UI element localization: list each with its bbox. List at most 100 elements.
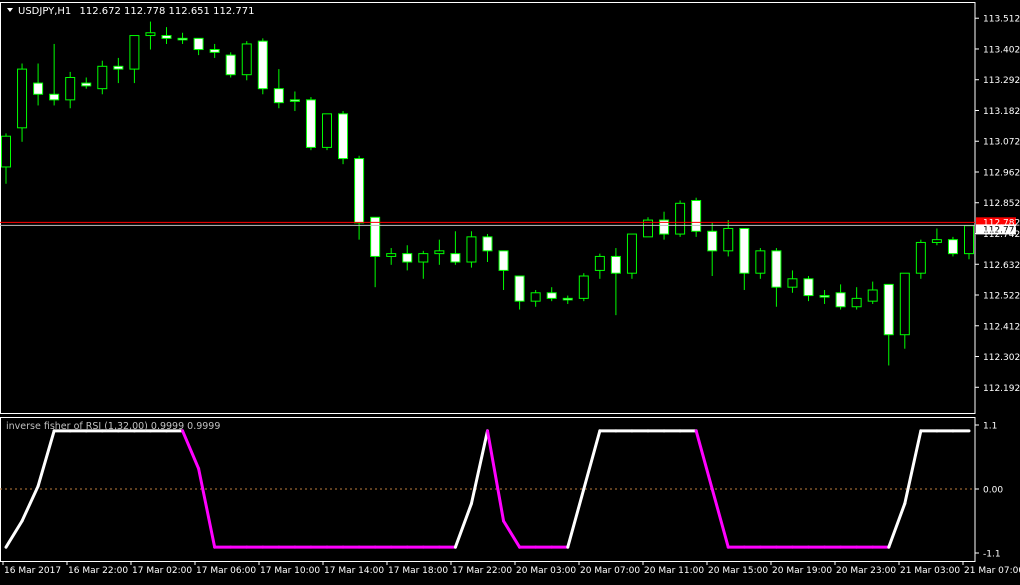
candle[interactable] <box>466 231 477 268</box>
candle[interactable] <box>643 217 653 238</box>
chart-background <box>0 0 1020 581</box>
candle-body <box>610 255 621 274</box>
candle-body <box>33 82 44 95</box>
candle[interactable] <box>915 239 926 279</box>
price-tick-label: 112.522 <box>983 292 1020 302</box>
price-tick-label: 113.292 <box>983 76 1020 86</box>
candle-body <box>450 253 461 263</box>
candle-body <box>322 113 332 148</box>
indicator-tick-label: -1.1 <box>983 550 1001 560</box>
candle[interactable] <box>626 233 637 279</box>
candle-body <box>209 49 220 53</box>
candle-body <box>65 76 76 101</box>
candle[interactable] <box>225 52 236 78</box>
candle-body <box>931 239 942 243</box>
candle-body <box>755 250 766 274</box>
candle[interactable] <box>578 273 589 302</box>
candle-body <box>867 289 878 302</box>
candle-body <box>883 283 894 336</box>
time-tick-label: 20 Mar 07:00 <box>580 566 640 576</box>
candle[interactable] <box>675 200 686 237</box>
candle-body <box>787 278 798 288</box>
candle-body <box>578 275 589 299</box>
candle-body <box>691 200 702 232</box>
time-tick-label: 17 Mar 18:00 <box>388 566 448 576</box>
chart-canvas[interactable]: 112.782112.771 113.512113.402113.292113.… <box>0 0 1020 581</box>
candle-body <box>530 292 541 302</box>
candle-body <box>466 236 477 263</box>
candle-body <box>626 233 637 274</box>
candle[interactable] <box>947 236 958 257</box>
candle[interactable] <box>305 97 316 151</box>
candle-body <box>514 275 525 302</box>
candle-body <box>835 292 846 308</box>
time-tick-label: 17 Mar 10:00 <box>260 566 320 576</box>
candle-body <box>338 113 349 160</box>
candle[interactable] <box>691 197 702 237</box>
time-tick-label: 20 Mar 23:00 <box>836 566 896 576</box>
time-tick-label: 20 Mar 03:00 <box>516 566 576 576</box>
time-tick-label: 20 Mar 19:00 <box>772 566 832 576</box>
candle-body <box>113 65 124 70</box>
indicator-tick-label: 1.1 <box>983 422 997 432</box>
candle-body <box>273 88 284 104</box>
trading-chart[interactable]: 112.782 112.771 113.512 113.402 113.292 113.… <box>0 0 1020 581</box>
price-tick-label: 113.402 <box>983 45 1020 55</box>
time-tick-label: 20 Mar 15:00 <box>708 566 768 576</box>
candle-body <box>482 236 493 252</box>
price-tick-label: 113.512 <box>983 15 1020 25</box>
candle-body <box>305 99 316 148</box>
candle-body <box>771 250 782 288</box>
candle-body <box>819 295 830 298</box>
candle-body <box>418 253 429 263</box>
symbol-timeframe: USDJPY,H1 <box>18 6 71 17</box>
candle-body <box>594 255 605 271</box>
price-tick-label: 112.632 <box>983 261 1020 271</box>
candle-body <box>546 292 557 299</box>
candle-body <box>177 37 188 41</box>
candle[interactable] <box>322 113 332 151</box>
indicator-tick-label: 0.00 <box>983 486 1003 496</box>
candle-body <box>562 297 573 301</box>
candle-body <box>803 278 814 297</box>
time-tick-label: 17 Mar 02:00 <box>132 566 192 576</box>
candle-body <box>498 250 509 271</box>
price-tick-label: 113.072 <box>983 138 1020 148</box>
candle-body <box>739 227 750 274</box>
candle-body <box>723 227 734 252</box>
price-tick-label: 112.412 <box>983 322 1020 332</box>
candle-body <box>915 241 926 274</box>
candle-body <box>81 82 92 87</box>
time-tick-label: 21 Mar 07:00 <box>964 566 1020 576</box>
time-tick-label: 17 Mar 14:00 <box>324 566 384 576</box>
candle-body <box>707 230 718 252</box>
candle-body <box>947 239 958 255</box>
candle-body <box>97 65 108 90</box>
price-tick-label: 112.852 <box>983 199 1020 209</box>
price-tick-label: 112.742 <box>983 230 1020 240</box>
candle-body <box>193 37 204 51</box>
time-tick-label: 16 Mar 22:00 <box>68 566 128 576</box>
candle[interactable] <box>338 111 349 165</box>
price-tick-label: 113.182 <box>983 107 1020 117</box>
candle-body <box>129 35 140 70</box>
price-tick-label: 112.192 <box>983 384 1020 394</box>
candle[interactable] <box>257 38 268 95</box>
candle-body <box>161 35 172 39</box>
candle-body <box>354 158 365 224</box>
candle[interactable] <box>241 41 252 81</box>
price-tick-label: 112.962 <box>983 168 1020 178</box>
candle-body <box>289 99 300 102</box>
candle-body <box>49 93 60 101</box>
candle-body <box>402 253 413 263</box>
candle-body <box>1 135 11 168</box>
candle-body <box>899 272 910 336</box>
candle-body <box>434 250 445 255</box>
candle-body <box>225 54 236 76</box>
candle-body <box>17 68 28 129</box>
candle-body <box>964 225 974 255</box>
time-tick-label: 17 Mar 06:00 <box>196 566 256 576</box>
time-tick-label: 21 Mar 03:00 <box>900 566 960 576</box>
candle-body <box>257 40 268 90</box>
time-tick-label: 16 Mar 2017 <box>4 566 61 576</box>
